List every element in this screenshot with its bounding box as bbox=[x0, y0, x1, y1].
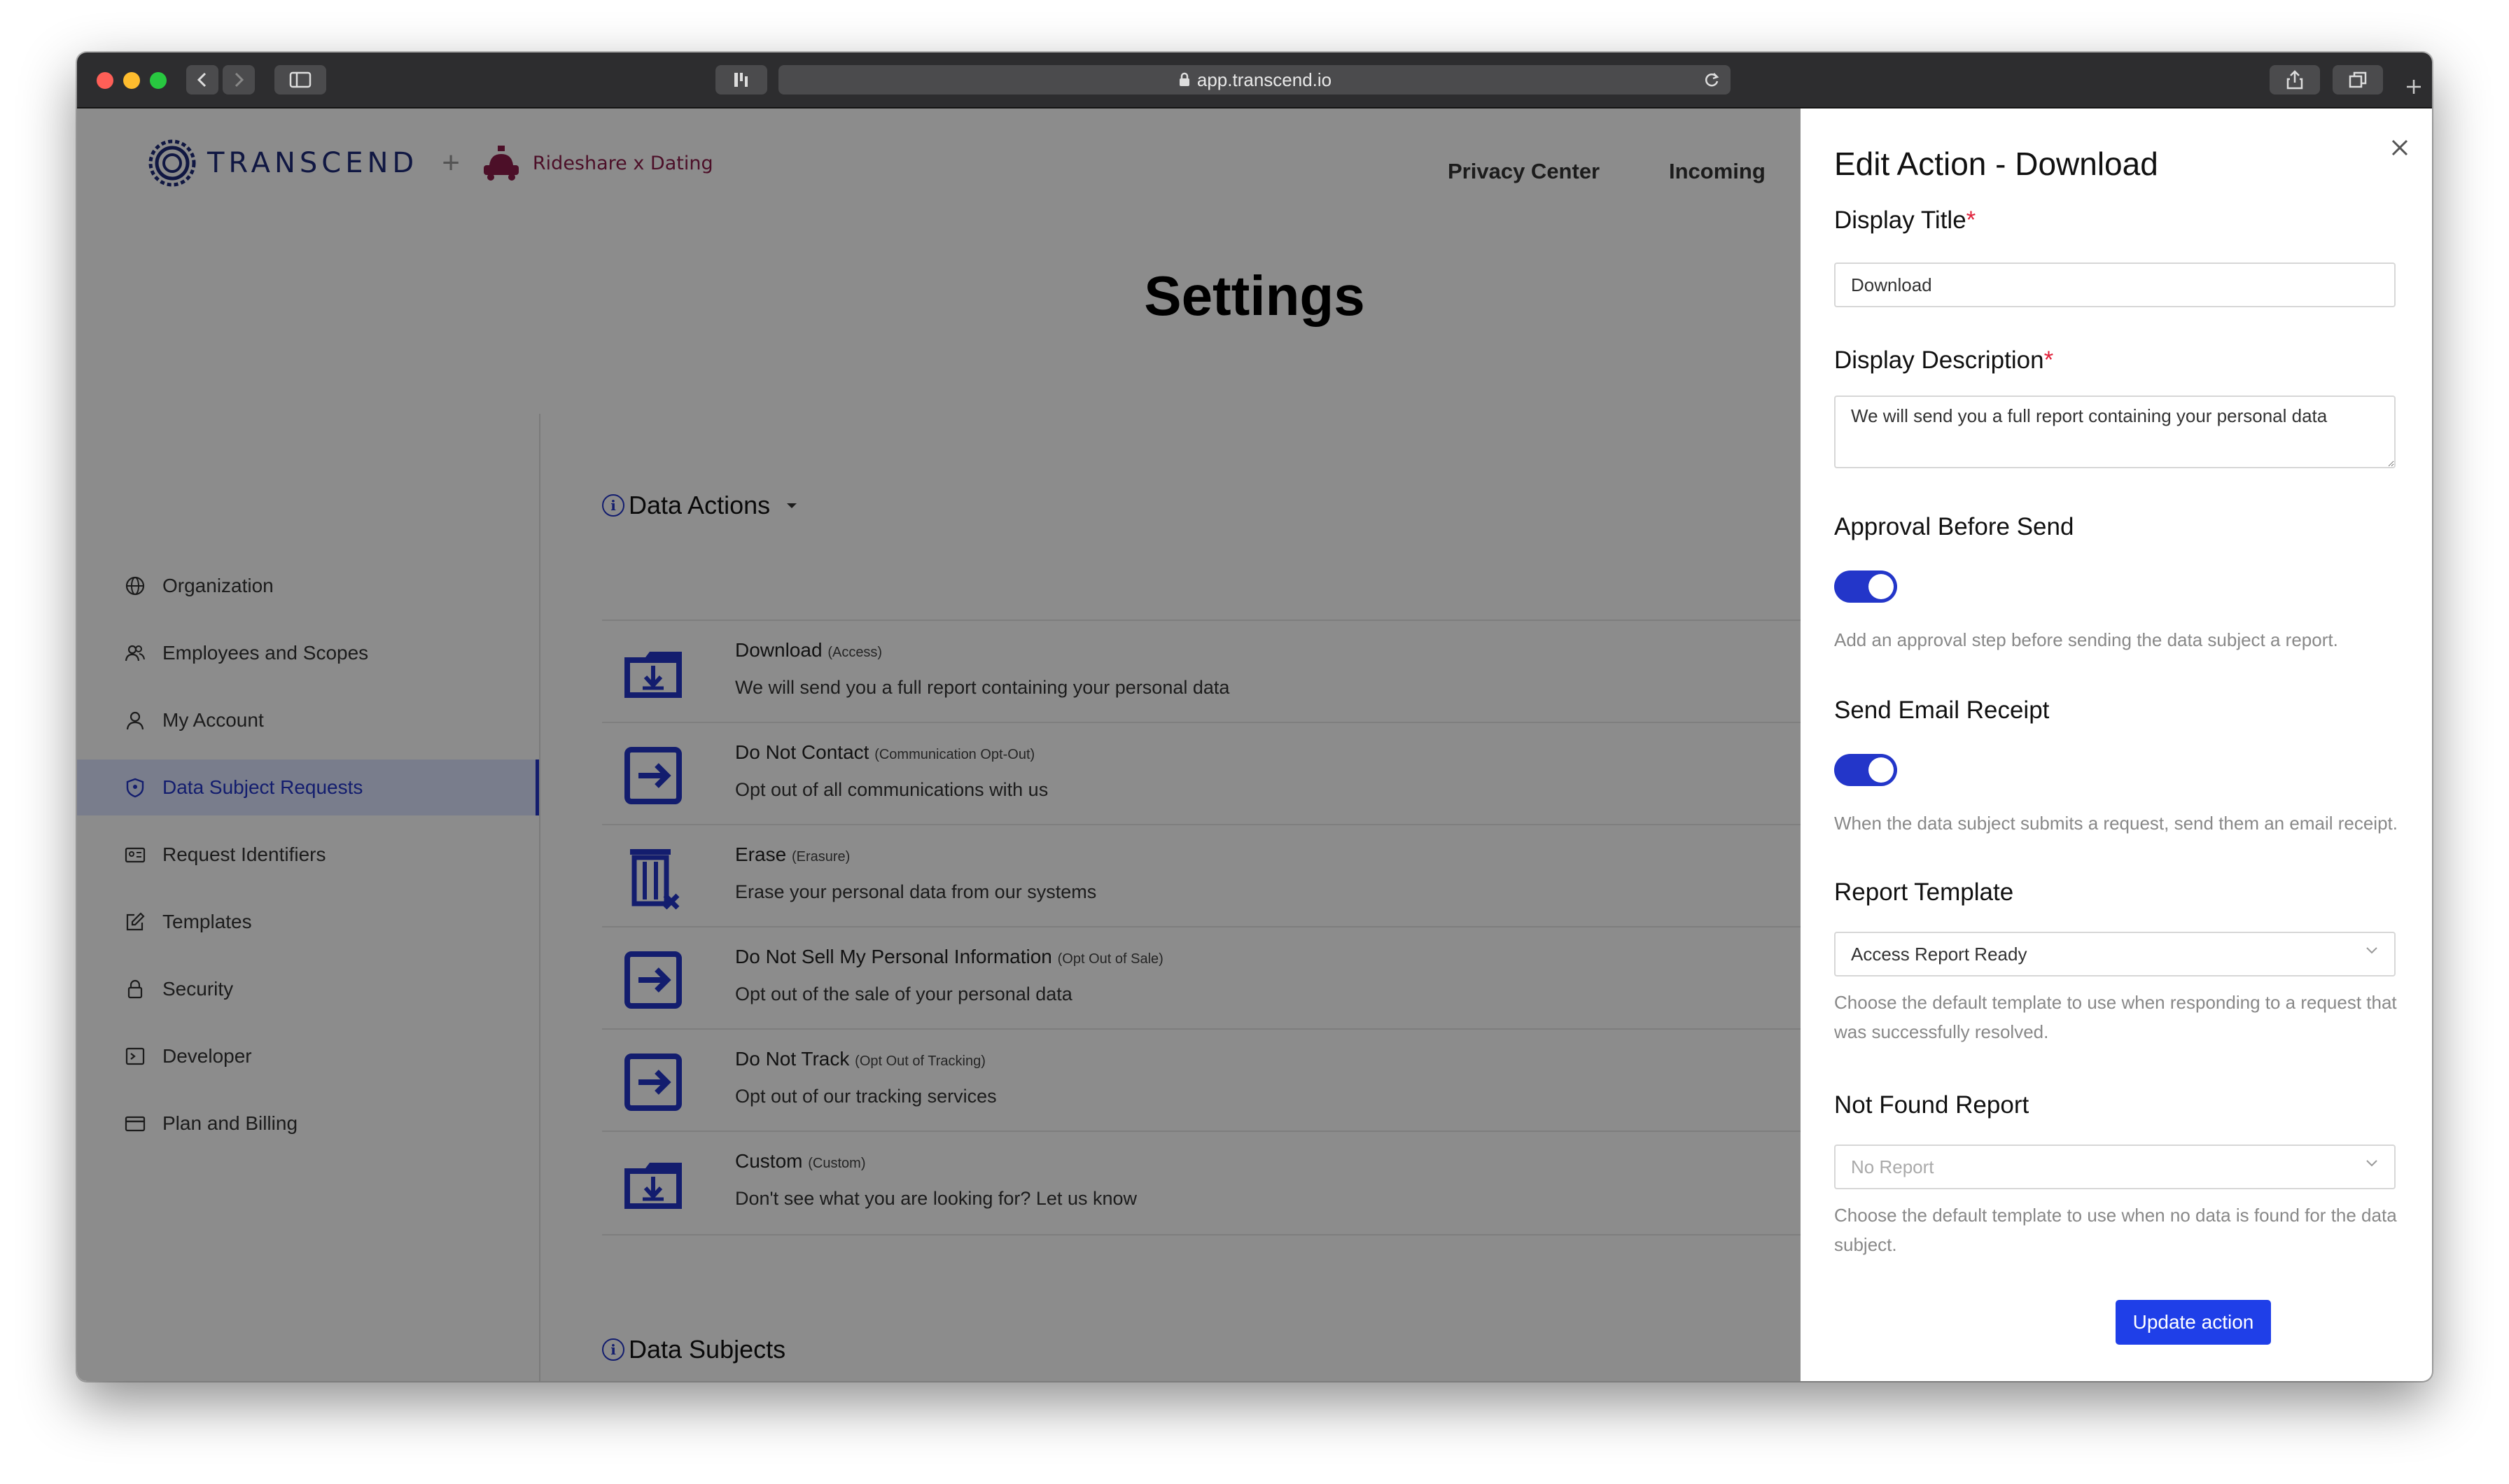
label-text: Display Title bbox=[1834, 206, 1966, 234]
report-template-value: Access Report Ready bbox=[1851, 943, 2027, 965]
edit-action-panel: Edit Action - Download Display Title* Di… bbox=[1801, 108, 2432, 1381]
approval-before-send-help: Add an approval step before sending the … bbox=[1834, 629, 2338, 650]
extension-icon bbox=[734, 73, 748, 87]
not-found-report-help: Choose the default template to use when … bbox=[1834, 1205, 2397, 1255]
report-template-select[interactable]: Access Report Ready bbox=[1834, 932, 2396, 976]
url-text: app.transcend.io bbox=[1196, 69, 1332, 90]
chevron-down-icon bbox=[2366, 1160, 2377, 1167]
browser-toolbar: app.transcend.io bbox=[77, 52, 2432, 108]
share-icon bbox=[2286, 70, 2303, 90]
approval-before-send-label: Approval Before Send bbox=[1834, 513, 2074, 540]
browser-window: app.transcend.io TRANSCEND + Rideshare x… bbox=[77, 52, 2432, 1381]
plus-icon bbox=[2407, 80, 2421, 94]
address-bar[interactable]: app.transcend.io bbox=[778, 65, 1731, 94]
lock-icon bbox=[1179, 72, 1189, 86]
display-description-textarea[interactable]: We will send you a full report containin… bbox=[1834, 396, 2396, 468]
extension-button[interactable] bbox=[715, 65, 767, 94]
display-description-label: Display Description* bbox=[1834, 346, 2053, 374]
minimize-window-button[interactable] bbox=[123, 72, 140, 89]
chevron-right-icon bbox=[235, 72, 244, 88]
close-icon[interactable] bbox=[2386, 134, 2414, 162]
display-title-input[interactable] bbox=[1834, 262, 2396, 307]
update-action-button[interactable]: Update action bbox=[2116, 1300, 2271, 1345]
approval-before-send-toggle[interactable] bbox=[1834, 570, 1897, 603]
sidebar-toggle-button[interactable] bbox=[274, 65, 326, 94]
chevron-down-icon bbox=[2366, 947, 2377, 954]
label-text: Display Description bbox=[1834, 346, 2044, 374]
not-found-report-placeholder: No Report bbox=[1851, 1156, 1934, 1177]
send-email-receipt-label: Send Email Receipt bbox=[1834, 696, 2050, 724]
sidebar-icon bbox=[289, 71, 312, 88]
new-tab-button[interactable] bbox=[2400, 74, 2428, 102]
forward-button[interactable] bbox=[223, 65, 255, 94]
required-mark: * bbox=[1966, 206, 1976, 234]
page-viewport: TRANSCEND + Rideshare x Dating Privacy C… bbox=[77, 108, 2432, 1381]
not-found-report-label: Not Found Report bbox=[1834, 1091, 2029, 1119]
reload-icon[interactable] bbox=[1703, 71, 1721, 89]
share-button[interactable] bbox=[2270, 65, 2320, 94]
tabs-overview-button[interactable] bbox=[2333, 65, 2383, 94]
back-button[interactable] bbox=[186, 65, 218, 94]
zoom-window-button[interactable] bbox=[150, 72, 167, 89]
panel-title: Edit Action - Download bbox=[1834, 146, 2158, 182]
tabs-icon bbox=[2349, 71, 2367, 88]
chevron-left-icon bbox=[197, 72, 207, 88]
required-mark: * bbox=[2043, 346, 2054, 374]
close-window-button[interactable] bbox=[97, 72, 113, 89]
send-email-receipt-help: When the data subject submits a request,… bbox=[1834, 813, 2398, 834]
report-template-label: Report Template bbox=[1834, 878, 2014, 906]
not-found-report-select[interactable]: No Report bbox=[1834, 1144, 2396, 1189]
report-template-help: Choose the default template to use when … bbox=[1834, 992, 2397, 1042]
display-title-label: Display Title* bbox=[1834, 206, 1976, 234]
send-email-receipt-toggle[interactable] bbox=[1834, 754, 1897, 786]
